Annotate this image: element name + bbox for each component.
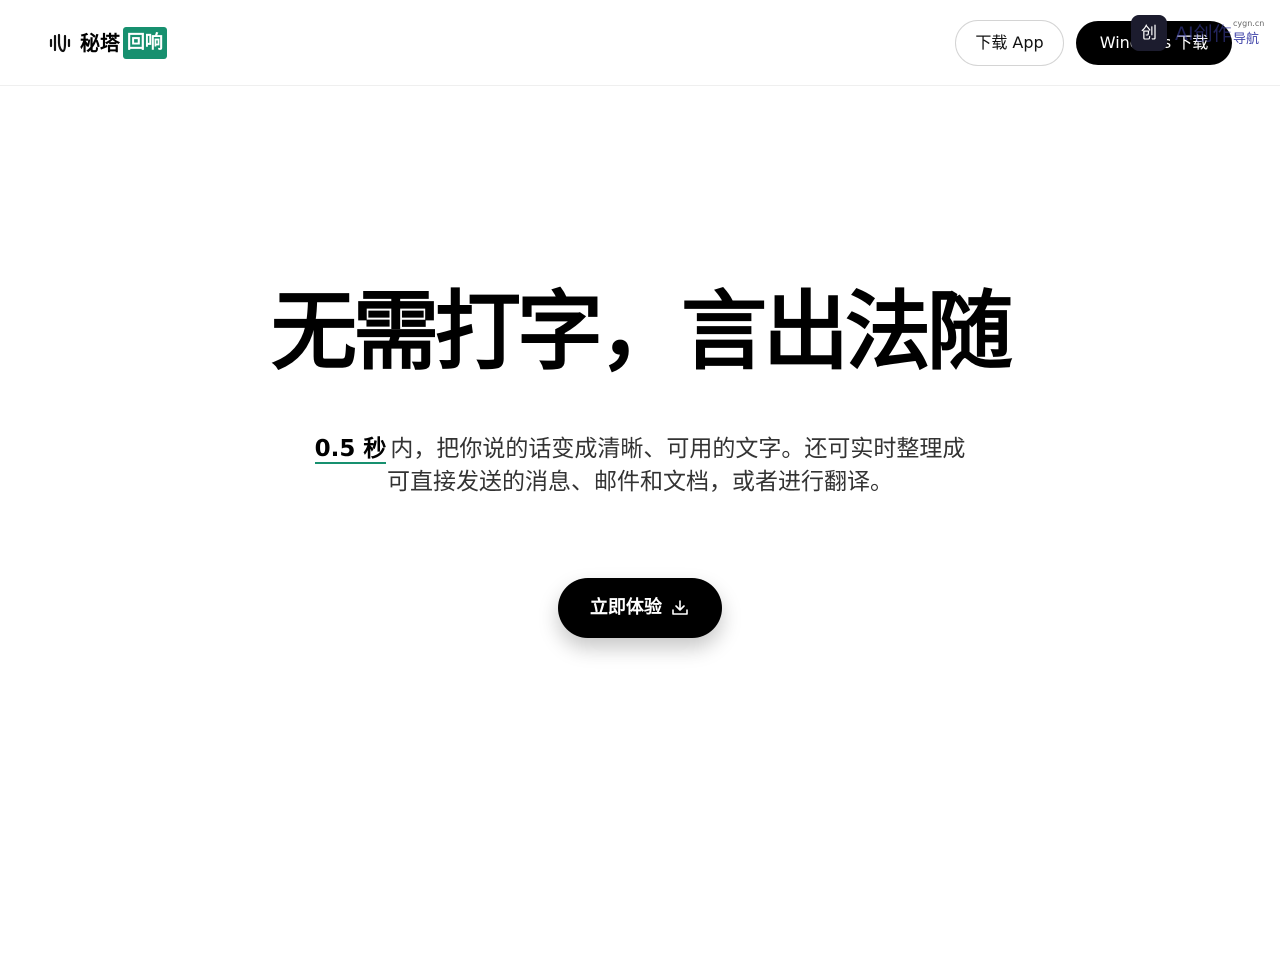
logo[interactable]: 秘塔 回响 — [48, 27, 167, 59]
speed-highlight: 0.5 秒 — [314, 436, 387, 464]
try-now-button[interactable]: 立即体验 — [558, 578, 722, 638]
watermark-icon-glyph: 创 — [1140, 23, 1157, 42]
watermark-text: AI创作 — [1175, 23, 1232, 45]
watermark-domain: cygn.cn — [1233, 19, 1265, 28]
logo-badge: 回响 — [123, 27, 167, 59]
try-now-label: 立即体验 — [590, 597, 662, 618]
top-header: 秘塔 回响 下载 App Windows 下载 创 AI创作 cygn.cn 导… — [0, 0, 1280, 86]
download-app-button[interactable]: 下载 App — [955, 20, 1064, 66]
watermark-nav: 导航 — [1233, 32, 1260, 47]
hero-subtitle: 0.5 秒内，把你说的话变成清晰、可用的文字。还可实时整理成 可直接发送的消息、… — [290, 433, 990, 499]
watermark: 创 AI创作 cygn.cn 导航 — [1131, 15, 1265, 53]
subtitle-line-2: 可直接发送的消息、邮件和文档，或者进行翻译。 — [387, 469, 893, 495]
sound-wave-icon — [49, 33, 71, 53]
hero-title: 无需打字，言出法随 — [271, 282, 1013, 382]
download-icon — [672, 600, 688, 615]
watermark-logo-icon: 创 — [1131, 15, 1167, 51]
logo-name: 秘塔 — [80, 31, 120, 55]
subtitle-line-1: 内，把你说的话变成清晰、可用的文字。还可实时整理成 — [390, 436, 966, 462]
